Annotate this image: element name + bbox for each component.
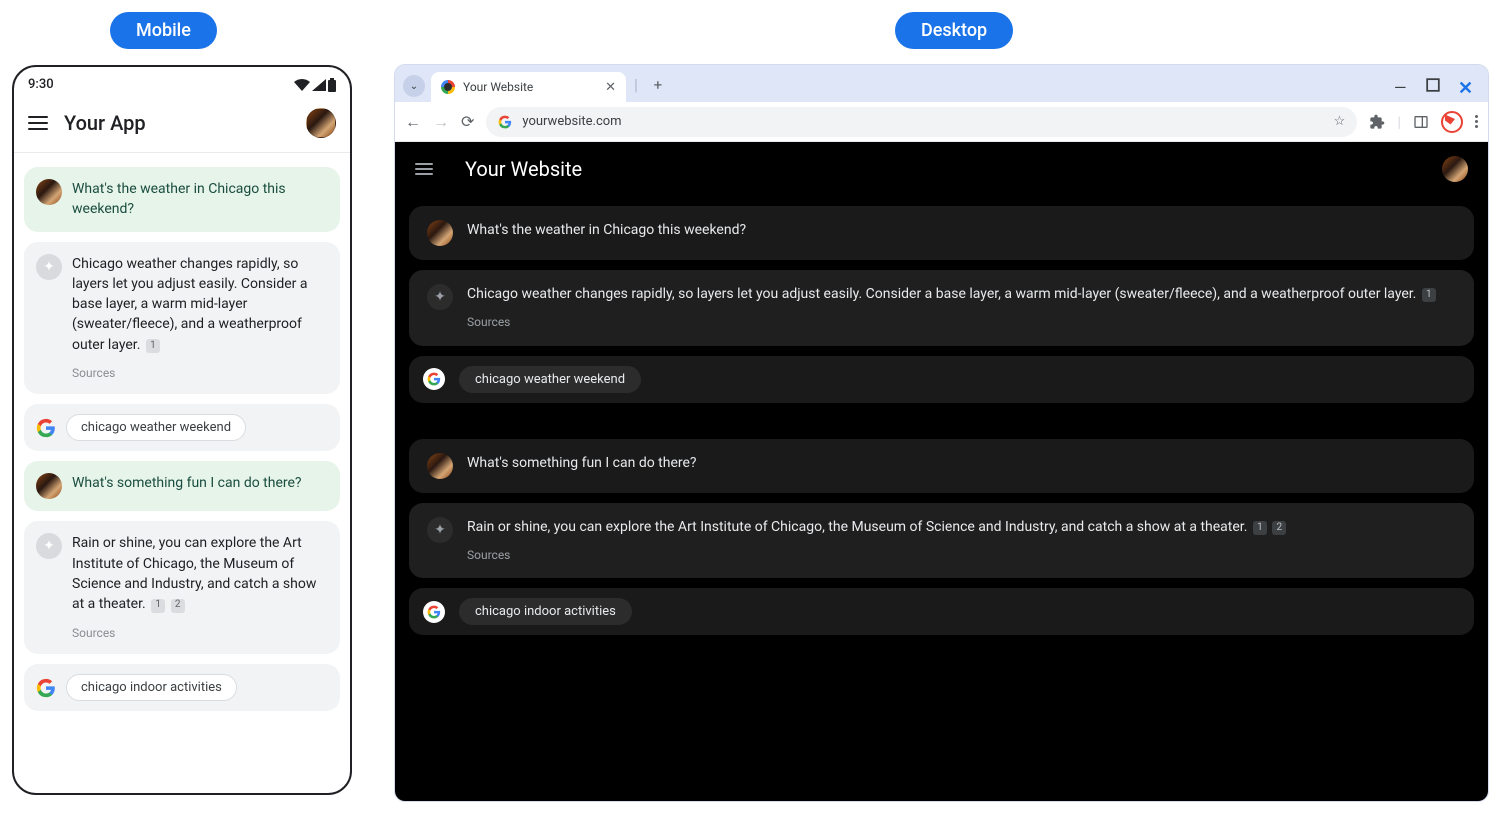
maximize-icon[interactable] <box>1426 78 1440 92</box>
ai-avatar-icon: ✦ <box>427 284 453 310</box>
browser-titlebar: ⌄ Your Website ✕ | + — ✕ <box>395 65 1488 102</box>
search-suggestion-row: chicago indoor activities <box>409 588 1474 635</box>
back-icon[interactable]: ← <box>405 112 421 132</box>
mobile-frame: 9:30 Your App What's the weather in Chic… <box>12 65 352 795</box>
mobile-chat-body: What's the weather in Chicago this weeke… <box>14 153 350 725</box>
tab-separator: | <box>634 75 638 94</box>
extensions-icon[interactable] <box>1369 114 1385 130</box>
user-avatar[interactable] <box>306 108 336 138</box>
google-icon <box>498 115 512 129</box>
site-header: Your Website <box>395 142 1488 196</box>
user-message: What's something fun I can do there? <box>24 461 340 511</box>
app-title: Your App <box>64 111 290 135</box>
user-avatar-icon <box>36 179 62 205</box>
message-text: What's the weather in Chicago this weeke… <box>467 220 1456 240</box>
sources-label[interactable]: Sources <box>467 547 1456 564</box>
ai-avatar-icon: ✦ <box>36 533 62 559</box>
user-message: What's the weather in Chicago this weeke… <box>24 167 340 232</box>
profile-avatar[interactable] <box>1441 111 1463 133</box>
search-chip[interactable]: chicago indoor activities <box>66 674 237 701</box>
ai-message: ✦ Chicago weather changes rapidly, so la… <box>409 270 1474 346</box>
url-text: yourwebsite.com <box>522 114 621 129</box>
google-logo-icon <box>423 368 445 390</box>
star-icon[interactable]: ☆ <box>1334 114 1346 129</box>
sparkle-icon: ✦ <box>43 259 55 275</box>
google-logo-icon <box>423 601 445 623</box>
reload-icon[interactable]: ⟳ <box>461 112 474 131</box>
battery-icon <box>328 78 336 92</box>
user-avatar[interactable] <box>1442 156 1468 182</box>
new-tab-button[interactable]: + <box>646 73 670 97</box>
omnibox[interactable]: yourwebsite.com ☆ <box>486 107 1357 137</box>
citation-badge[interactable]: 1 <box>1422 288 1436 302</box>
google-logo-icon <box>36 418 56 438</box>
desktop-app-body: Your Website What's the weather in Chica… <box>395 142 1488 801</box>
statusbar-time: 9:30 <box>28 77 54 92</box>
mobile-label: Mobile <box>110 12 217 49</box>
ai-message: ✦ Rain or shine, you can explore the Art… <box>409 503 1474 579</box>
browser-menu-icon[interactable] <box>1475 115 1478 128</box>
sources-label[interactable]: Sources <box>72 365 328 382</box>
browser-toolbar: ← → ⟳ yourwebsite.com ☆ | <box>395 102 1488 142</box>
ai-avatar-icon: ✦ <box>427 517 453 543</box>
window-controls: — ✕ <box>1394 78 1480 92</box>
cell-icon <box>312 79 326 91</box>
search-suggestion-row: chicago weather weekend <box>409 356 1474 403</box>
sparkle-icon: ✦ <box>434 289 446 305</box>
toolbar-separator: | <box>1397 113 1401 131</box>
user-avatar-icon <box>427 220 453 246</box>
desktop-chat-body: What's the weather in Chicago this weeke… <box>395 196 1488 645</box>
wifi-icon <box>294 79 310 91</box>
sparkle-icon: ✦ <box>43 538 55 554</box>
desktop-frame: ⌄ Your Website ✕ | + — ✕ ← → ⟳ yourwebsi… <box>395 65 1488 801</box>
citation-badge[interactable]: 2 <box>171 599 185 613</box>
forward-icon[interactable]: → <box>433 112 449 132</box>
mobile-header: Your App <box>14 98 350 153</box>
search-suggestion-row: chicago weather weekend <box>24 404 340 451</box>
desktop-label: Desktop <box>895 12 1013 49</box>
message-text: Chicago weather changes rapidly, so laye… <box>467 284 1456 332</box>
sources-label[interactable]: Sources <box>467 314 1456 331</box>
menu-icon[interactable] <box>28 116 48 130</box>
user-avatar-icon <box>427 453 453 479</box>
citation-badge[interactable]: 1 <box>146 339 160 353</box>
message-text: What's the weather in Chicago this weeke… <box>72 179 328 220</box>
message-text: What's something fun I can do there? <box>72 473 328 493</box>
menu-icon[interactable] <box>415 163 433 175</box>
window-close-icon[interactable]: ✕ <box>1458 78 1472 92</box>
search-chip[interactable]: chicago weather weekend <box>66 414 246 441</box>
citation-badge[interactable]: 1 <box>1253 521 1267 535</box>
ai-avatar-icon: ✦ <box>36 254 62 280</box>
close-icon[interactable]: ✕ <box>605 80 616 95</box>
citation-badge[interactable]: 1 <box>151 599 165 613</box>
search-chip[interactable]: chicago indoor activities <box>459 598 632 625</box>
search-suggestion-row: chicago indoor activities <box>24 664 340 711</box>
sources-label[interactable]: Sources <box>72 625 328 642</box>
user-avatar-icon <box>36 473 62 499</box>
message-text: What's something fun I can do there? <box>467 453 1456 473</box>
ai-message: ✦ Rain or shine, you can explore the Art… <box>24 521 340 654</box>
message-text: Rain or shine, you can explore the Art I… <box>467 517 1456 565</box>
tab-title: Your Website <box>463 80 533 94</box>
mobile-statusbar: 9:30 <box>14 67 350 98</box>
site-title: Your Website <box>465 157 1410 181</box>
message-text: Chicago weather changes rapidly, so laye… <box>72 254 328 383</box>
ai-message: ✦ Chicago weather changes rapidly, so la… <box>24 242 340 395</box>
user-message: What's something fun I can do there? <box>409 439 1474 493</box>
search-chip[interactable]: chicago weather weekend <box>459 366 641 393</box>
user-message: What's the weather in Chicago this weeke… <box>409 206 1474 260</box>
browser-tab[interactable]: Your Website ✕ <box>431 72 626 102</box>
status-icons <box>294 78 336 92</box>
sidebar-icon[interactable] <box>1413 114 1429 130</box>
citation-badge[interactable]: 2 <box>1272 521 1286 535</box>
sparkle-icon: ✦ <box>434 522 446 538</box>
message-text: Rain or shine, you can explore the Art I… <box>72 533 328 642</box>
tablist-chevron-icon[interactable]: ⌄ <box>403 75 425 97</box>
google-logo-icon <box>36 678 56 698</box>
minimize-icon[interactable]: — <box>1394 78 1408 92</box>
favicon-icon <box>441 80 455 94</box>
